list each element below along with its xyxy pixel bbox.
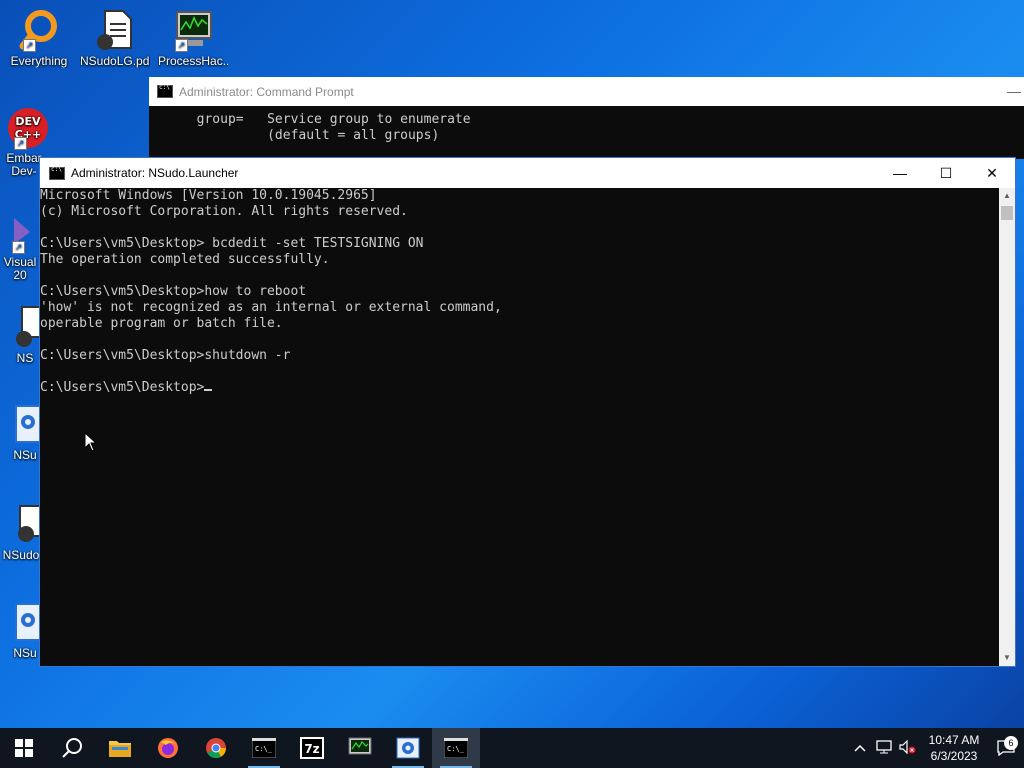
command-prompt-line: C:\Users\vm5\Desktop>: [40, 380, 205, 395]
network-icon[interactable]: [872, 739, 896, 757]
desktop-icon-label: ProcessHac...: [158, 54, 228, 68]
clock[interactable]: 10:47 AM 6/3/2023: [920, 732, 988, 764]
desktop-icon-label: NSu: [13, 646, 37, 660]
document-icon: [2, 502, 41, 546]
maximize-button[interactable]: ☐: [923, 158, 969, 188]
taskbar-chrome[interactable]: [192, 728, 240, 768]
desktop-icon-label: NSudoLG.pdb: [80, 54, 150, 68]
7zip-icon: 7z: [300, 737, 324, 759]
desktop-icon-nsudolg-pdb[interactable]: NSudoLG.pdb: [80, 8, 150, 68]
system-tray: 10:47 AM 6/3/2023 6: [848, 728, 1024, 768]
svg-text:7z: 7z: [304, 742, 319, 756]
desktop-icon-label: NSudo: [2, 548, 40, 562]
mouse-pointer-icon: [84, 432, 98, 452]
gear-icon: [396, 737, 420, 759]
chevron-up-icon[interactable]: [848, 741, 872, 755]
title-bar[interactable]: Administrator: NSudo.Launcher — ☐ ✕: [40, 158, 1015, 188]
taskbar-nsudo[interactable]: [384, 728, 432, 768]
gear-icon: [10, 402, 43, 446]
taskbar-firefox[interactable]: [144, 728, 192, 768]
desktop-icon-everything[interactable]: ↗ Everything: [4, 8, 74, 68]
scroll-up-arrow-icon[interactable]: ▲: [999, 188, 1015, 204]
taskbar: C:\_ 7z C:\_ 10:47 AM 6/3/2023 6: [0, 728, 1024, 768]
dev-cpp-icon: DEV C++ ↗: [4, 106, 48, 150]
minimize-button[interactable]: —: [1007, 83, 1021, 99]
document-icon: [10, 305, 43, 349]
command-prompt-icon: C:\_: [252, 738, 276, 758]
firefox-icon: [158, 738, 178, 758]
taskbar-7zip[interactable]: 7z: [288, 728, 336, 768]
scroll-down-arrow-icon[interactable]: ▼: [999, 650, 1015, 666]
folder-icon: [109, 741, 131, 757]
text-cursor: [204, 389, 213, 391]
gear-icon: [10, 600, 43, 644]
start-button[interactable]: [0, 728, 48, 768]
volume-muted-icon[interactable]: [896, 739, 920, 757]
visual-studio-icon: ↗: [0, 210, 40, 254]
everything-icon: ↗: [15, 8, 63, 52]
taskbar-command-prompt[interactable]: C:\_: [240, 728, 288, 768]
document-icon: [91, 8, 139, 52]
title-bar[interactable]: Administrator: Command Prompt —: [149, 77, 1024, 106]
desktop-icon-processhacker[interactable]: ↗ ProcessHac...: [158, 8, 228, 68]
minimize-button[interactable]: —: [877, 158, 923, 188]
desktop-icon-nsudo-2[interactable]: NSudo: [2, 502, 41, 562]
command-prompt-icon: C:\_: [444, 738, 468, 758]
search-button[interactable]: [48, 728, 96, 768]
svg-text:DEV: DEV: [15, 115, 41, 128]
desktop-icon-nsudo-3[interactable]: NSu: [10, 600, 43, 660]
windows-icon: [15, 739, 33, 757]
command-prompt-icon: [157, 84, 173, 98]
desktop-icon-label: NS: [16, 351, 34, 365]
vertical-scrollbar[interactable]: ▲ ▼: [999, 188, 1015, 666]
nsudo-launcher-window[interactable]: Administrator: NSudo.Launcher — ☐ ✕ Micr…: [39, 157, 1016, 667]
taskbar-nsudo-launcher[interactable]: C:\_: [432, 728, 480, 768]
close-button[interactable]: ✕: [969, 158, 1015, 188]
taskbar-file-explorer[interactable]: [96, 728, 144, 768]
search-icon: [62, 738, 82, 758]
desktop-icon-label: NSu: [13, 448, 37, 462]
desktop-icon-label: Visual 20: [3, 256, 37, 282]
clock-time: 10:47 AM: [928, 733, 980, 747]
command-prompt-icon: [49, 166, 65, 180]
monitor-icon: [348, 737, 372, 755]
scrollbar-thumb[interactable]: [1001, 206, 1013, 220]
desktop-icon-label: Embar Dev-: [6, 152, 42, 178]
desktop-icon-nsudo-1[interactable]: NSu: [10, 402, 43, 462]
notification-count-badge: 6: [1004, 736, 1018, 750]
clock-date: 6/3/2023: [930, 749, 978, 763]
svg-text:C:\_: C:\_: [255, 745, 273, 753]
desktop-icon-ns[interactable]: NS: [10, 305, 43, 365]
window-title: Administrator: Command Prompt: [179, 84, 354, 99]
console-output: Microsoft Windows [Version 10.0.19045.29…: [40, 188, 502, 395]
action-center-button[interactable]: 6: [988, 736, 1024, 756]
monitor-icon: ↗: [169, 8, 217, 52]
command-prompt-window[interactable]: Administrator: Command Prompt — group= S…: [149, 77, 1024, 159]
console-output: group= Service group to enumerate (defau…: [181, 112, 471, 143]
desktop-icon-visual-studio[interactable]: ↗ Visual 20: [0, 210, 40, 282]
console-area[interactable]: Microsoft Windows [Version 10.0.19045.29…: [40, 188, 999, 666]
svg-text:C:\_: C:\_: [447, 745, 465, 753]
desktop-icon-label: Everything: [10, 54, 68, 68]
taskbar-process-hacker[interactable]: [336, 728, 384, 768]
chrome-icon: [206, 738, 227, 759]
window-title: Administrator: NSudo.Launcher: [71, 166, 239, 180]
